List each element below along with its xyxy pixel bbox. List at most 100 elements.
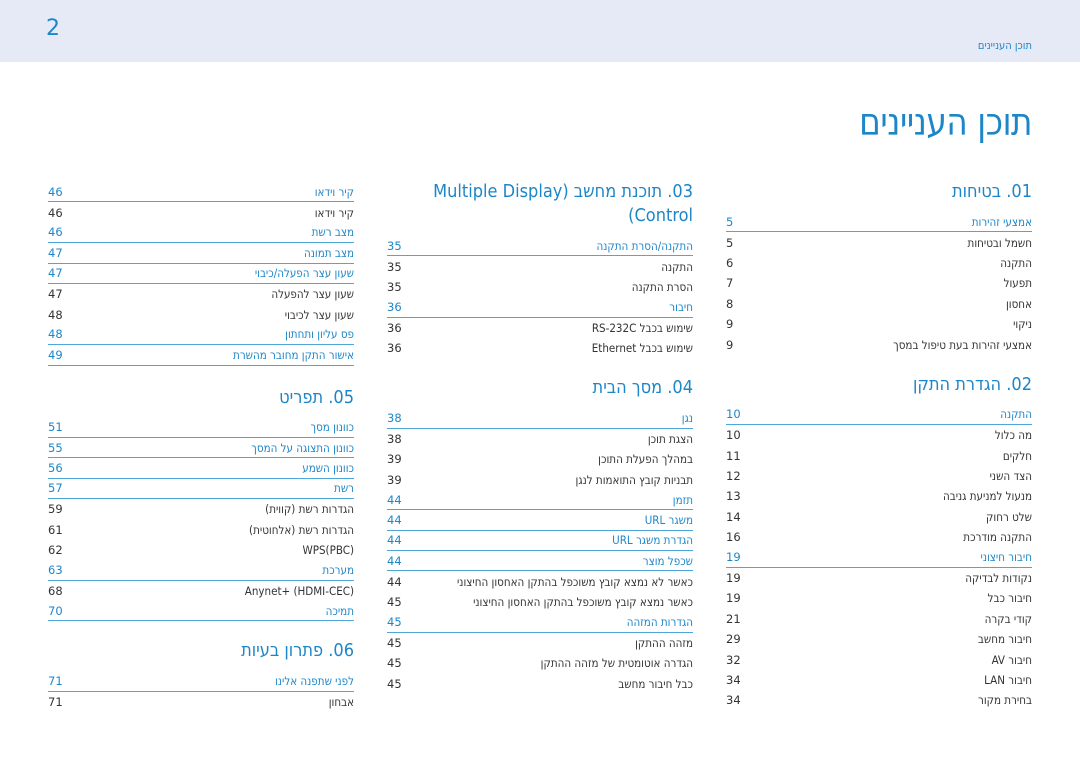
toc-entry[interactable]: כאשר לא נמצא קובץ משוכפל בהתקן האחסון הח… [387, 571, 693, 591]
toc-heading-entry[interactable]: אמצעי זהירות 5 [726, 212, 1032, 233]
toc-heading-entry[interactable]: אישור התקן מחובר מהשרת 49 [48, 345, 354, 366]
entry-label: פס עליון ותחתון [285, 327, 354, 342]
toc-heading-entry[interactable]: מצב רשת 46 [48, 223, 354, 244]
toc-heading-entry[interactable]: כוונון התצוגה על המסך 55 [48, 438, 354, 459]
entry-page-number: 5 [726, 214, 734, 229]
toc-entry[interactable]: הצד השני 12 [726, 466, 1032, 486]
toc-entry[interactable]: תבניות קובץ התואמות לנגן 39 [387, 470, 693, 490]
entry-page-number: 51 [48, 420, 63, 435]
toc-entry[interactable]: קודי בקרה 21 [726, 609, 1032, 629]
entry-page-number: 68 [48, 583, 63, 598]
toc-heading-entry[interactable]: שעון עצר הפעלה/כיבוי 47 [48, 264, 354, 284]
toc-heading-entry[interactable]: הגדרת משגר URL 44 [387, 531, 693, 552]
toc-column-1: 01. בטיחות אמצעי זהירות 5 חשמל ובטיחות 5 התקנ… [726, 180, 1032, 729]
toc-entry[interactable]: חיבור AV 32 [726, 649, 1032, 669]
entry-page-number: 46 [48, 205, 63, 220]
toc-entry[interactable]: כבל חיבור מחשב 45 [387, 673, 693, 693]
section-title[interactable]: 05. תפריט [48, 386, 354, 410]
entry-page-number: 47 [48, 266, 63, 281]
toc-entry[interactable]: שעון עצר לכיבוי 48 [48, 304, 354, 324]
toc-heading-entry[interactable]: חיבור חיצוני 19 [726, 547, 1032, 568]
toc-heading-entry[interactable]: לפני שתפנה אלינו 71 [48, 671, 354, 692]
toc-section: 02. הגדרת התקן התקנה 10 מה כלול 10 חלקים 11 הצד… [726, 373, 1032, 711]
toc-entry[interactable]: התקנה 6 [726, 253, 1032, 273]
toc-entry[interactable]: אמצעי זהירות בעת טיפול במסך 9 [726, 334, 1032, 354]
entry-label: אחסון [1005, 296, 1032, 311]
entry-page-number: 32 [726, 652, 741, 667]
toc-heading-entry[interactable]: מצב תמונה 47 [48, 243, 354, 264]
toc-entry[interactable]: שימוש בכבל RS-232C 36 [387, 318, 693, 338]
toc-heading-entry[interactable]: התקנה/הסרת התקנה 35 [387, 236, 693, 257]
entry-label: קיר וידאו [314, 205, 354, 220]
toc-entry[interactable]: הגדרות רשת (קווית) 59 [48, 499, 354, 519]
toc-entry[interactable]: ניקוי 9 [726, 314, 1032, 334]
entry-page-number: 45 [387, 635, 402, 650]
toc-heading-entry[interactable]: מערכת 63 [48, 560, 354, 581]
entry-label: WPS(PBC) [302, 543, 354, 558]
entry-page-number: 39 [387, 472, 402, 487]
toc-heading-entry[interactable]: רשת 57 [48, 479, 354, 500]
entry-page-number: 34 [726, 673, 741, 687]
toc-entry[interactable]: מזהה ההתקן 45 [387, 633, 693, 653]
toc-entry[interactable]: הסרת התקנה 35 [387, 277, 693, 297]
toc-entry[interactable]: מנעול למניעת גניבה 13 [726, 486, 1032, 506]
toc-heading-entry[interactable]: פס עליון ותחתון 48 [48, 325, 354, 346]
section-title[interactable]: 01. בטיחות [726, 180, 1032, 204]
toc-heading-entry[interactable]: נגן 38 [387, 408, 693, 429]
toc-heading-entry[interactable]: שכפל מוצר 44 [387, 551, 693, 572]
toc-heading-entry[interactable]: קיר וידאו 46 [48, 182, 354, 203]
toc-heading-entry[interactable]: משגר URL 44 [387, 510, 693, 531]
section-title[interactable]: 02. הגדרת התקן [726, 373, 1032, 397]
toc-entry[interactable]: נקודות לבדיקה 19 [726, 568, 1032, 588]
toc-entry[interactable]: חיבור מחשב 29 [726, 629, 1032, 649]
toc-entry[interactable]: תפעול 7 [726, 273, 1032, 293]
toc-entry[interactable]: קיר וידאו 46 [48, 202, 354, 222]
toc-entry[interactable]: כאשר נמצא קובץ משוכפל בהתקן האחסון החיצו… [387, 592, 693, 612]
section-title[interactable]: 06. פתרון בעיות [48, 639, 354, 663]
toc-heading-entry[interactable]: התקנה 10 [726, 405, 1032, 426]
toc-entry[interactable]: חלקים 11 [726, 446, 1032, 466]
entry-label: שעון עצר לכיבוי [284, 307, 354, 322]
entry-label: תזמן [672, 492, 693, 507]
section-title[interactable]: 03. תוכנת מחשב (Multiple Display Control) [387, 180, 693, 228]
toc-entry[interactable]: במהלך הפעלת התוכן 39 [387, 449, 693, 469]
toc-section: 06. פתרון בעיות לפני שתפנה אלינו 71 אבחון 71 [48, 639, 354, 712]
toc-entry[interactable]: חשמל ובטיחות 5 [726, 232, 1032, 252]
entry-label: שלט רחוק [986, 509, 1032, 524]
toc-heading-entry[interactable]: תזמן 44 [387, 490, 693, 511]
toc-entry[interactable]: הצגת תוכן 38 [387, 429, 693, 449]
toc-entry[interactable]: שעון עצר להפעלה 47 [48, 284, 354, 304]
toc-heading-entry[interactable]: תמיכה 70 [48, 601, 354, 622]
toc-entry[interactable]: חיבור כבל 19 [726, 588, 1032, 608]
entry-label: לפני שתפנה אלינו [275, 674, 354, 689]
toc-heading-entry[interactable]: חיבור 36 [387, 297, 693, 318]
toc-entry[interactable]: שלט רחוק 14 [726, 507, 1032, 527]
toc-entry[interactable]: הגדרה אוטומטית של מזהה ההתקן 45 [387, 653, 693, 673]
toc-entry[interactable]: בחירת מקור 34 [726, 690, 1032, 710]
toc-heading-entry[interactable]: כוונון מסך 51 [48, 418, 354, 438]
toc-entry[interactable]: חיבור LAN 34 [726, 670, 1032, 690]
entry-page-number: 36 [387, 341, 402, 356]
entry-label: הגדרות המזהה [626, 614, 693, 629]
entry-page-number: 13 [726, 489, 741, 504]
toc-entry[interactable]: מה כלול 10 [726, 425, 1032, 445]
toc-heading-entry[interactable]: הגדרות המזהה 45 [387, 612, 693, 633]
toc-entry[interactable]: אחסון 8 [726, 294, 1032, 314]
entry-label: התקנה [1000, 407, 1032, 422]
breadcrumb[interactable]: תוכן העניינים [978, 39, 1032, 52]
entry-page-number: 19 [726, 571, 741, 586]
section-title[interactable]: 04. מסך הבית [387, 376, 693, 400]
toc-heading-entry[interactable]: כוונון השמע 56 [48, 458, 354, 479]
toc-entry[interactable]: Anynet+ (HDMI-CEC) 68 [48, 581, 354, 601]
toc-entry[interactable]: התקנה מודרכת 16 [726, 527, 1032, 547]
toc-entry[interactable]: אבחון 71 [48, 692, 354, 712]
toc-entry[interactable]: WPS(PBC) 62 [48, 540, 354, 560]
toc-entry[interactable]: התקנה 35 [387, 256, 693, 276]
toc-column-2: 03. תוכנת מחשב (Multiple Display Control)… [387, 180, 693, 712]
toc-entry[interactable]: שימוש בכבל Ethernet 36 [387, 338, 693, 358]
entry-page-number: 44 [387, 533, 402, 548]
entry-label: כאשר לא נמצא קובץ משוכפל בהתקן האחסון הח… [456, 574, 693, 589]
toc-entry[interactable]: הגדרות רשת (אלחוטית) 61 [48, 519, 354, 539]
entry-page-number: 12 [726, 469, 741, 484]
entry-page-number: 6 [726, 255, 734, 270]
